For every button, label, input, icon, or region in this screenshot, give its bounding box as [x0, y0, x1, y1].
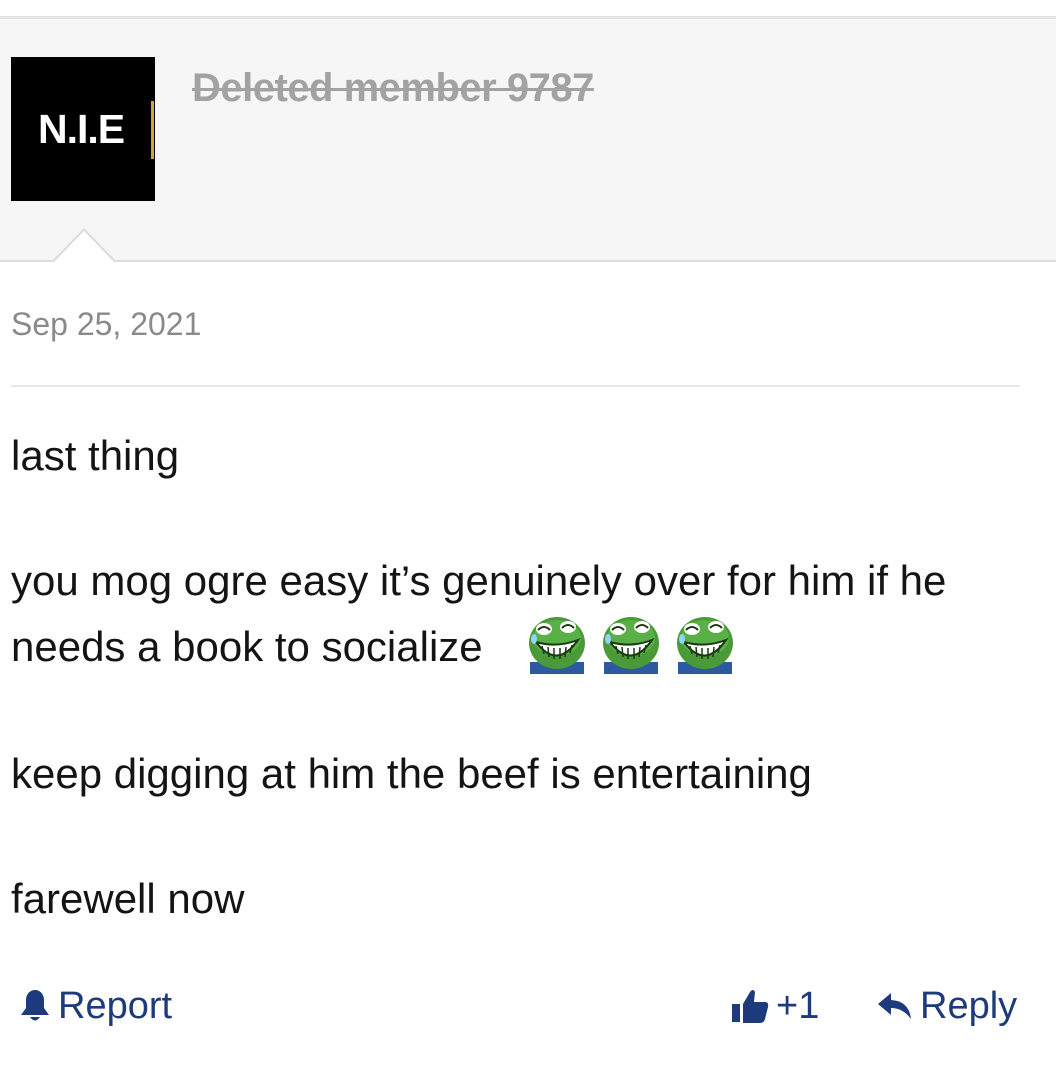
header-pointer-fill	[54, 231, 114, 262]
like-count: +1	[776, 985, 820, 1027]
avatar-text: N.I.E	[38, 106, 125, 152]
post-date[interactable]: Sep 25, 2021	[11, 304, 201, 344]
emoji-group	[526, 612, 736, 674]
post-text-line: last thing	[11, 432, 180, 479]
laughing-pepe-emoji	[529, 617, 585, 674]
reply-button[interactable]: Reply	[876, 980, 1017, 1032]
report-label: Report	[58, 985, 173, 1027]
post-text-line: needs a book to socialize	[11, 623, 483, 670]
post-text-line: keep digging at him the beef is entertai…	[11, 750, 812, 797]
alarm-bell-icon	[18, 988, 52, 1024]
report-button[interactable]: Report	[18, 980, 172, 1032]
laughing-pepe-emoji	[603, 617, 659, 674]
thumbs-up-icon	[730, 986, 770, 1026]
avatar-accent-bar	[151, 101, 154, 159]
reply-arrow-icon	[876, 989, 914, 1023]
avatar[interactable]: N.I.E	[11, 57, 155, 201]
laughing-pepe-emoji	[677, 617, 733, 674]
meta-divider	[11, 385, 1020, 387]
author-name[interactable]: Deleted member 9787	[192, 65, 594, 111]
post-text-line: farewell now	[11, 875, 245, 922]
like-button[interactable]: +1	[730, 980, 819, 1032]
post-author-header: N.I.E Deleted member 9787	[0, 19, 1056, 262]
post-text-line: you mog ogre easy it’s genuinely over fo…	[11, 557, 947, 604]
reply-label: Reply	[920, 985, 1018, 1027]
